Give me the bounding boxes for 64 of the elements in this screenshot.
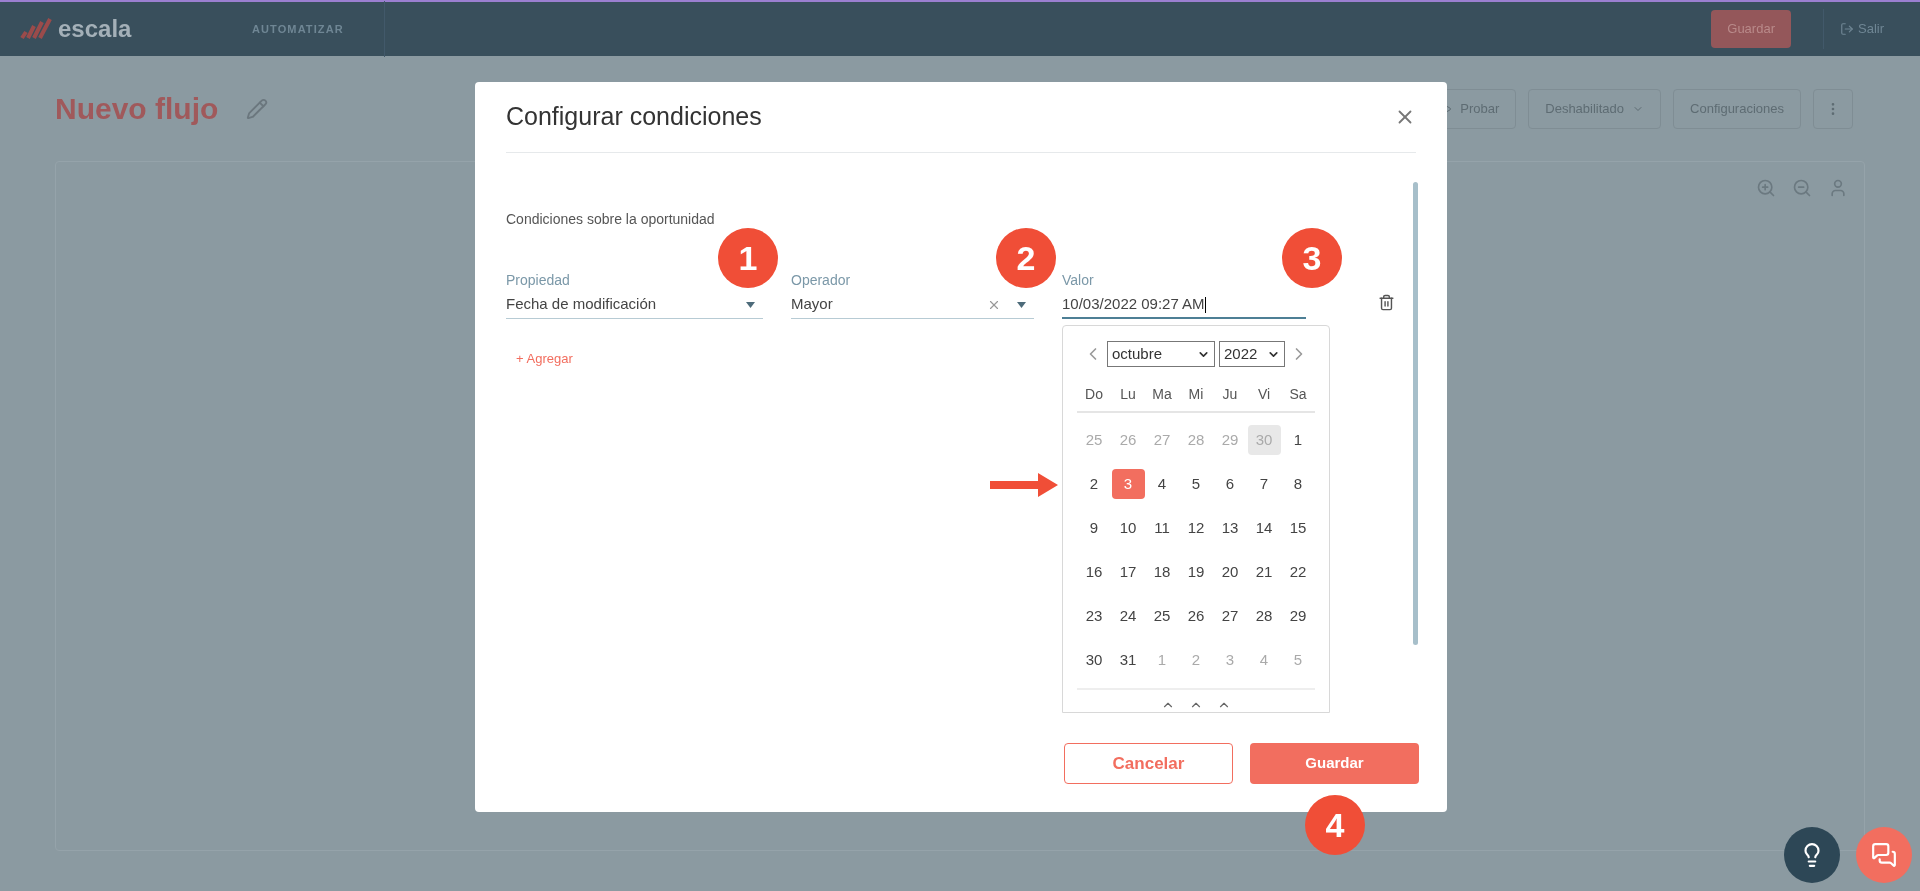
select-field[interactable]: Fecha de modificación [506,291,763,319]
calendar-day[interactable]: 13 [1213,513,1247,543]
month-select[interactable]: octubre [1107,341,1215,367]
field-label: Operador [791,271,852,290]
weekday-label: Do [1084,385,1104,404]
calendar-day[interactable]: 9 [1077,513,1111,543]
calendar-day[interactable]: 20 [1213,557,1247,587]
calendar-day[interactable]: 30 [1077,645,1111,675]
calendar-day[interactable]: 12 [1179,513,1213,543]
weekday-label: Sa [1288,385,1308,404]
calendar-day[interactable]: 17 [1111,557,1145,587]
modal-title: Configurar condiciones [506,101,762,133]
calendar-day[interactable]: 24 [1111,601,1145,631]
weekday-label: Ju [1221,385,1239,404]
floating-help-button[interactable] [1784,827,1840,883]
field-label: Valor [1062,271,1095,290]
weekday-label: Mi [1187,385,1205,404]
calendar-day[interactable]: 22 [1281,557,1315,587]
weekday-label: Lu [1119,385,1137,404]
calendar-day[interactable]: 1 [1281,425,1315,455]
calendar-day[interactable]: 26 [1179,601,1213,631]
pointer-arrow-icon [990,471,1058,499]
field-label: Propiedad [506,271,571,290]
calendar-day[interactable]: 19 [1179,557,1213,587]
edit-icon[interactable] [246,97,269,120]
calendar-day[interactable]: 7 [1247,469,1281,499]
logo-text: escala [58,14,132,44]
section-label: Condiciones sobre la oportunidad [506,210,716,229]
dropdown-caret-icon[interactable] [1017,301,1026,308]
delete-icon[interactable] [1378,294,1395,311]
calendar-day[interactable]: 23 [1077,601,1111,631]
calendar-day[interactable]: 31 [1111,645,1145,675]
zoom-out-icon[interactable] [1792,178,1812,198]
calendar-day[interactable]: 8 [1281,469,1315,499]
calendar-day[interactable]: 4 [1145,469,1179,499]
calendar-day[interactable]: 21 [1247,557,1281,587]
calendar-day[interactable]: 11 [1145,513,1179,543]
calendar-day[interactable]: 14 [1247,513,1281,543]
calendar-day[interactable]: 5 [1179,469,1213,499]
page-title: Nuevo flujo [55,91,219,127]
select-field[interactable]: Mayor [791,291,1034,319]
year-select[interactable]: 2022 [1219,341,1285,367]
calendar-day[interactable]: 18 [1145,557,1179,587]
scrollbar-thumb[interactable] [1413,182,1418,645]
calendar-day[interactable]: 15 [1281,513,1315,543]
calendar-day[interactable]: 16 [1077,557,1111,587]
calendar-day[interactable]: 25 [1145,601,1179,631]
dropdown-caret-icon[interactable] [746,301,755,308]
chat-bubbles-icon [1871,842,1897,868]
logout-icon [1840,22,1854,36]
calendar-day[interactable]: 2 [1077,469,1111,499]
calendar-day[interactable]: 29 [1281,601,1315,631]
step-number-badge: 4 [1305,795,1365,855]
calendar-day[interactable]: 10 [1111,513,1145,543]
calendar-day[interactable]: 27 [1213,601,1247,631]
select-field[interactable]: 10/03/2022 09:27 AM [1062,291,1306,319]
user-icon[interactable] [1828,178,1848,198]
calendar-day[interactable]: 6 [1213,469,1247,499]
logo-bars-icon [20,18,54,40]
zoom-in-icon[interactable] [1756,178,1776,198]
weekday-label: Vi [1256,385,1272,404]
floating-chat-button[interactable] [1856,827,1912,883]
calendar-day[interactable]: 28 [1247,601,1281,631]
weekday-label: Ma [1151,385,1173,404]
